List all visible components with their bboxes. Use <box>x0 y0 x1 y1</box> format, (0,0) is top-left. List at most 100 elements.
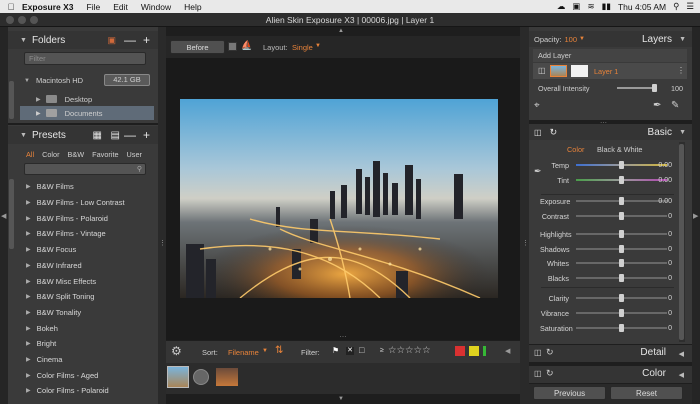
layer-visibility-icon[interactable]: ◫ <box>538 66 546 75</box>
slider-track[interactable] <box>576 324 667 332</box>
tab-color[interactable]: Color <box>42 150 59 160</box>
folder-item-documents[interactable]: ▶ Documents <box>20 106 154 120</box>
slider-knob[interactable] <box>619 274 624 282</box>
expand-arrow-icon[interactable]: ▶ <box>26 262 31 269</box>
previous-button[interactable]: Previous <box>533 386 606 400</box>
battery-icon[interactable]: ▮▮ <box>602 1 611 12</box>
thumbnail[interactable] <box>167 366 189 388</box>
slider-track[interactable] <box>576 176 667 184</box>
slider-knob[interactable] <box>619 176 624 184</box>
preset-group-item[interactable]: ▶ Color Films - Aged <box>12 367 143 383</box>
slider-track[interactable] <box>576 294 667 302</box>
grip-icon[interactable]: ⋮ <box>159 239 166 247</box>
left-collapse-strip[interactable]: ◀ <box>0 27 8 404</box>
chevron-down-icon[interactable]: ▼ <box>679 36 686 43</box>
rating-operator[interactable]: ≥ <box>380 347 384 354</box>
search-icon[interactable]: ⚲ <box>673 1 679 12</box>
reset-panel-icon[interactable]: ↻ <box>546 368 554 379</box>
expand-arrow-icon[interactable]: ▶ <box>26 356 31 363</box>
yellow-label-filter[interactable] <box>469 346 479 356</box>
reset-panel-icon[interactable]: ↻ <box>546 347 554 358</box>
expand-arrow-icon[interactable]: ▶ <box>26 215 31 222</box>
expand-arrow-icon[interactable]: ▶ <box>26 372 31 379</box>
folders-scrollbar[interactable] <box>9 81 14 119</box>
overall-intensity-slider[interactable] <box>617 84 657 92</box>
slider-value[interactable]: 0 <box>668 246 672 253</box>
list-view-icon[interactable]: ▤ <box>111 130 120 141</box>
detail-panel-header[interactable]: ◫ ↻ Detail ◀ <box>529 345 692 362</box>
chevron-down-icon[interactable]: ▼ <box>679 129 686 136</box>
preset-group-item[interactable]: ▶ B&W Infrared <box>12 258 143 274</box>
slider-knob[interactable] <box>619 294 624 302</box>
expand-arrow-icon[interactable]: ▶ <box>26 293 31 300</box>
remove-preset-button[interactable]: — <box>124 128 136 142</box>
slider-value[interactable]: 0 <box>668 310 672 317</box>
expand-arrow-icon[interactable]: ▶ <box>26 340 31 347</box>
slider-track[interactable] <box>576 161 667 169</box>
menu-window[interactable]: Window <box>141 2 171 12</box>
slider-value[interactable]: 0 <box>668 231 672 238</box>
preset-group-item[interactable]: ▶ Color Films - Polaroid <box>12 383 143 399</box>
layer-menu-icon[interactable]: ⋮ <box>677 66 685 75</box>
slider-knob[interactable] <box>619 212 624 220</box>
preset-group-item[interactable]: ▶ B&W Tonality <box>12 305 143 321</box>
layer-name[interactable]: Layer 1 <box>594 67 618 76</box>
virtual-copy-icon[interactable] <box>193 369 209 385</box>
menu-help[interactable]: Help <box>184 2 201 12</box>
reset-button[interactable]: Reset <box>610 386 683 400</box>
opacity-value[interactable]: 100 <box>565 35 578 44</box>
preset-group-item[interactable]: ▶ B&W Films <box>12 179 143 195</box>
preset-group-item[interactable]: ▶ Bokeh <box>12 320 143 336</box>
layout-select[interactable]: Single <box>292 43 313 52</box>
expand-arrow-icon[interactable]: ▶ <box>26 309 31 316</box>
mode-color-tab[interactable]: Color <box>567 145 584 154</box>
slider-knob[interactable] <box>619 197 624 205</box>
reset-panel-icon[interactable]: ↻ <box>550 127 558 138</box>
slider-knob[interactable] <box>619 309 624 317</box>
collapse-top-arrow-icon[interactable]: ▲ <box>338 28 344 34</box>
slider-track[interactable] <box>576 212 667 220</box>
before-button[interactable]: Before <box>170 40 225 54</box>
grip-icon[interactable]: ⋯ <box>166 333 520 341</box>
presets-search-input[interactable]: ⚲ <box>24 163 146 175</box>
add-preset-button[interactable]: + <box>143 128 150 142</box>
tab-favorite[interactable]: Favorite <box>92 150 118 160</box>
brush-icon[interactable]: ✎ <box>671 100 679 111</box>
display-icon[interactable]: ▣ <box>572 1 580 12</box>
slider-track[interactable] <box>576 245 667 253</box>
close-window-button[interactable] <box>6 16 14 24</box>
preset-group-item[interactable]: ▶ Bright <box>12 336 143 352</box>
crop-icon[interactable]: ⌖ <box>534 100 540 111</box>
preset-group-item[interactable]: ▶ B&W Focus <box>12 242 143 258</box>
toggle-panel-icon[interactable]: ◫ <box>534 369 542 378</box>
slider-track[interactable] <box>576 259 667 267</box>
preset-group-item[interactable]: ▶ B&W Films - Low Contrast <box>12 195 143 211</box>
drive-expand-icon[interactable]: ▼ <box>24 78 30 84</box>
right-collapse-strip[interactable]: ▶ <box>692 27 700 404</box>
color-panel-header[interactable]: ◫ ↻ Color ◀ <box>529 366 692 383</box>
expand-arrow-icon[interactable]: ▶ <box>26 387 31 394</box>
menu-edit[interactable]: Edit <box>113 2 128 12</box>
chevron-down-icon[interactable]: ▼ <box>20 132 27 139</box>
grid-view-icon[interactable]: ▦ <box>93 130 102 141</box>
thumbnail[interactable] <box>216 368 238 386</box>
mode-bw-tab[interactable]: Black & White <box>597 145 642 154</box>
chevron-left-icon[interactable]: ◀ <box>679 371 684 379</box>
slider-knob[interactable] <box>619 259 624 267</box>
slider-value[interactable]: 0.00 <box>658 177 672 184</box>
chevron-down-icon[interactable]: ▼ <box>20 37 27 44</box>
menu-file[interactable]: File <box>87 2 101 12</box>
sort-direction-icon[interactable]: ⇅ <box>275 345 283 356</box>
preview-area[interactable] <box>166 58 520 340</box>
apple-menu-icon[interactable]:  <box>0 2 22 12</box>
toggle-panel-icon[interactable]: ◫ <box>534 128 542 137</box>
remove-folder-button[interactable]: — <box>124 33 136 47</box>
chevron-down-icon[interactable]: ▼ <box>579 36 585 42</box>
slider-value[interactable]: 0 <box>668 213 672 220</box>
split-view-icon[interactable] <box>228 42 237 51</box>
preset-group-item[interactable]: ▶ B&W Films - Polaroid <box>12 210 143 226</box>
layer-mask-thumbnail[interactable] <box>571 65 588 77</box>
slider-value[interactable]: 0 <box>668 295 672 302</box>
green-label-filter[interactable] <box>483 346 486 356</box>
drive-row[interactable]: ▼ Macintosh HD 42.1 GB <box>20 73 154 88</box>
